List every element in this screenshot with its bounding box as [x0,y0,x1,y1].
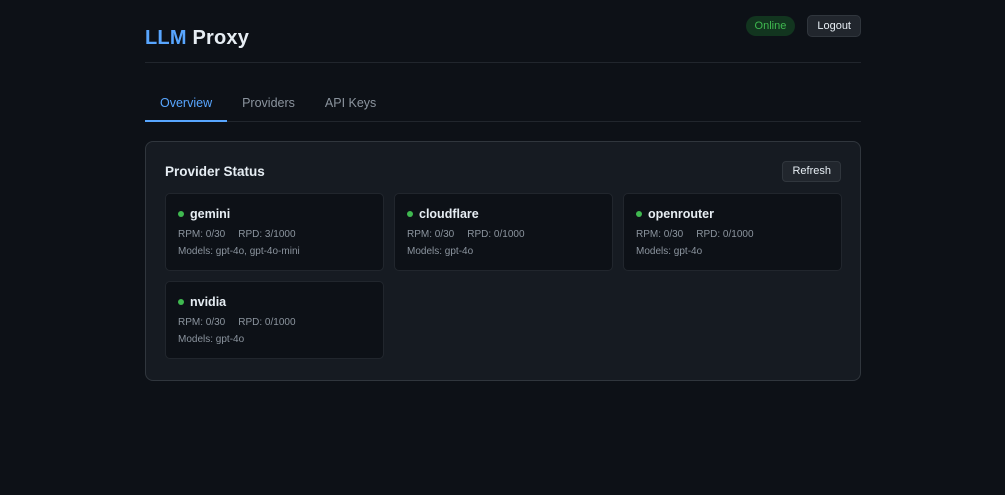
provider-stats: RPM: 0/30 RPD: 0/1000 [636,229,829,240]
provider-models: Models: gpt-4o [636,246,703,257]
rpd-value: RPD: 0/1000 [696,229,754,240]
status-dot-icon [178,211,184,217]
brand-accent: LLM [145,26,187,49]
provider-card-gemini: gemini RPM: 0/30 RPD: 3/1000 Models: gpt… [165,193,384,271]
tab-overview[interactable]: Overview [145,85,228,122]
tab-api-keys[interactable]: API Keys [310,85,391,121]
provider-status-panel: Provider Status Refresh gemini RPM: 0/30… [145,141,861,381]
refresh-button[interactable]: Refresh [782,160,841,182]
provider-name: cloudflare [407,207,600,221]
rpd-value: RPD: 3/1000 [238,229,296,240]
provider-name: gemini [178,207,371,221]
logout-button[interactable]: Logout [807,14,861,37]
status-dot-icon [407,211,413,217]
provider-name-text: cloudflare [419,207,479,221]
rpd-value: RPD: 0/1000 [467,229,525,240]
status-badge: Online [745,15,796,36]
rpm-value: RPM: 0/30 [178,317,226,328]
provider-name-text: nvidia [190,295,227,309]
provider-stats: RPM: 0/30 RPD: 0/1000 [178,317,371,328]
provider-stats: RPM: 0/30 RPD: 0/1000 [407,229,600,240]
provider-models: Models: gpt-4o, gpt-4o-mini [178,246,300,257]
panel-header: Provider Status Refresh [165,160,841,182]
provider-card-cloudflare: cloudflare RPM: 0/30 RPD: 0/1000 Models:… [394,193,613,271]
rpm-value: RPM: 0/30 [636,229,684,240]
status-dot-icon [636,211,642,217]
rpd-value: RPD: 0/1000 [238,317,296,328]
rpm-value: RPM: 0/30 [407,229,455,240]
provider-models: Models: gpt-4o [407,246,474,257]
provider-stats: RPM: 0/30 RPD: 3/1000 [178,229,371,240]
provider-grid: gemini RPM: 0/30 RPD: 3/1000 Models: gpt… [165,193,842,359]
panel-title: Provider Status [165,163,265,179]
provider-name: nvidia [178,295,371,309]
header: LLM Proxy Online Logout [145,0,861,63]
provider-models: Models: gpt-4o [178,334,245,345]
provider-card-nvidia: nvidia RPM: 0/30 RPD: 0/1000 Models: gpt… [165,281,384,359]
provider-name-text: gemini [190,207,231,221]
rpm-value: RPM: 0/30 [178,229,226,240]
provider-name-text: openrouter [648,207,714,221]
status-dot-icon [178,299,184,305]
provider-name: openrouter [636,207,829,221]
app-title: LLM Proxy [145,27,249,50]
tab-bar: Overview Providers API Keys [145,85,861,122]
provider-card-openrouter: openrouter RPM: 0/30 RPD: 0/1000 Models:… [623,193,842,271]
app-container: LLM Proxy Online Logout Overview Provide… [145,0,861,381]
tab-providers[interactable]: Providers [227,85,310,121]
brand-rest: Proxy [192,26,250,49]
header-actions: Online Logout [745,14,861,37]
